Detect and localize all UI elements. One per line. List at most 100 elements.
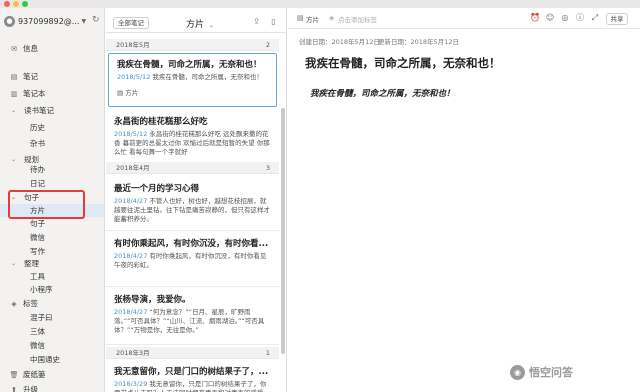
account-menu[interactable]: ● 937099892@... ▼ — [4, 14, 104, 28]
sidebar-item-notes[interactable]: ▤ 笔记 — [0, 70, 104, 83]
expand-icon[interactable]: ⤢ — [590, 13, 600, 23]
chevron-down-icon[interactable]: ⌄ — [11, 107, 17, 114]
sidebar-item-tag-history[interactable]: 中国通史 — [0, 353, 104, 366]
note-date: 2018/5/12 — [117, 73, 151, 81]
note-list-item[interactable]: 永昌街的桂花糕那么好吃 2018/5/12 永昌街的桂花糕那么好吃 远处飘来撒的… — [106, 111, 279, 163]
sidebar-item-todo[interactable]: 待办 — [0, 163, 104, 176]
minimize-window-button[interactable] — [13, 1, 19, 7]
sidebar-item-organize[interactable]: ⌄ 整理 — [0, 257, 104, 270]
note-list-scrollbar[interactable] — [281, 108, 285, 354]
upgrade-icon: ⬆ — [11, 385, 17, 392]
present-icon[interactable]: ◎ — [560, 13, 570, 23]
sidebar-item-tools[interactable]: 工具 — [0, 270, 104, 283]
info-icon: ✉ — [11, 44, 17, 53]
sidebar-item-reading-notes[interactable]: ⌄ 读书笔记 — [0, 104, 104, 117]
highlight-annotation-box — [8, 190, 85, 219]
note-list-item[interactable]: 张杨导演，我爱你。 2018/4/27 “何为意念？”“日月、星辰，旷野雨落。”… — [106, 289, 279, 345]
sidebar-item-tag-santi[interactable]: 三体 — [0, 325, 104, 338]
all-notes-button[interactable]: 全部笔记 — [113, 17, 149, 29]
chevron-down-icon[interactable]: ⌄ — [11, 260, 17, 267]
info-icon[interactable]: ⓘ — [575, 13, 585, 23]
chevron-down-icon[interactable]: ⌄ — [11, 156, 17, 163]
note-date: 2018/3/29 — [114, 380, 148, 388]
note-title-field[interactable]: 我疾在骨髓，司命之所属，无奈和也！ — [305, 55, 501, 71]
sidebar-item-label: 笔记 — [23, 72, 38, 81]
sidebar-item-upgrade[interactable]: ⬆ 升级 — [0, 383, 104, 392]
sidebar-item-history[interactable]: 历史 — [0, 121, 104, 134]
sidebar-item-label: 微信 — [30, 341, 45, 350]
notebook-icon: ▤ — [297, 14, 304, 22]
date-group-label: 2018年3月 — [116, 349, 150, 357]
note-title: 张杨导演，我爱你。 — [114, 295, 191, 305]
note-list-item[interactable]: 有时你乘起风，有时你沉没，有时你看... 2018/4/27 有时你乘起风，有时… — [106, 233, 279, 287]
sidebar-item-tag-hunziyue[interactable]: 混子曰 — [0, 311, 104, 324]
sidebar-item-label: 升级 — [23, 385, 38, 392]
watermark: ◉ 悟空问答 — [510, 364, 573, 380]
add-tag-field[interactable]: 点击添加标签 — [338, 14, 377, 24]
note-title: 永昌街的桂花糕那么好吃 — [114, 117, 208, 127]
sidebar: ● 937099892@... ▼ ↻ ✉ 信息 ▤ 笔记 ▥ 笔记本 ⌄ 读书… — [0, 8, 105, 392]
share-export-icon[interactable]: ⇪ — [251, 16, 262, 27]
date-group-count: 3 — [265, 164, 270, 172]
date-group-label: 2018年5月 — [116, 41, 150, 49]
sidebar-item-label: 笔记本 — [23, 89, 46, 98]
sidebar-item-mini-program[interactable]: 小程序 — [0, 283, 104, 296]
sidebar-item-diary[interactable]: 日记 — [0, 177, 104, 190]
sync-icon[interactable]: ↻ — [92, 15, 100, 25]
sidebar-item-misc-books[interactable]: 杂书 — [0, 137, 104, 150]
sidebar-item-label: 标签 — [23, 299, 38, 308]
notebook-icon: ▥ — [10, 89, 18, 98]
note-date: 2018/5/12 — [114, 130, 148, 138]
note-list-item[interactable]: 最近一个月的学习心得 2018/4/27 不管人也好，树也好，越想花枝招展，就越… — [106, 178, 279, 231]
view-options-icon[interactable]: ▯ — [268, 16, 279, 27]
sidebar-item-label: 小程序 — [30, 285, 53, 294]
date-group-count: 1 — [265, 349, 270, 357]
work-chat-icon[interactable]: ☺ — [545, 13, 555, 23]
zoom-window-button[interactable] — [22, 1, 28, 7]
sidebar-item-label: 三体 — [30, 327, 45, 336]
note-title: 我疾在骨髓，司命之所属，无奈和也！ — [117, 60, 262, 70]
note-list-item[interactable]: 我疾在骨髓，司命之所属，无奈和也！ 2018/5/12 我疾在骨髓，司命之所属，… — [108, 53, 277, 107]
tag-icon: ◈ — [11, 299, 17, 308]
close-window-button[interactable] — [4, 1, 10, 7]
account-name: 937099892@... — [18, 16, 80, 26]
sidebar-item-label: 待办 — [30, 165, 45, 174]
note-date: 2018/4/27 — [114, 308, 148, 316]
note-date: 2018/4/27 — [114, 252, 148, 260]
sidebar-item-trash[interactable]: 🗑 废纸篓 — [0, 368, 104, 381]
sidebar-item-notebooks[interactable]: ▥ 笔记本 — [0, 87, 104, 100]
updated-date: 更新日期：2018年5月12日 — [378, 38, 459, 46]
editor-notebook-selector[interactable]: 方片 — [306, 14, 319, 24]
sidebar-item-info[interactable]: ✉ 信息 — [0, 42, 104, 55]
note-title: 最近一个月的学习心得 — [114, 184, 200, 194]
note-list-item[interactable]: 我无意留你，只是门口的树结果子了，... 2018/3/29 我无意留你，只是门… — [106, 361, 279, 392]
share-button[interactable]: 共享 — [606, 13, 628, 25]
sidebar-item-label: 日记 — [30, 179, 45, 188]
note-list-header: 全部笔记 方片 ⌄ ⇪ ▯ — [106, 8, 286, 33]
sidebar-item-tags[interactable]: ◈ 标签 — [0, 297, 104, 310]
note-notebook-label: 方片 — [125, 89, 139, 97]
sidebar-item-label: 微信 — [30, 233, 45, 242]
note-snippet: 2018/4/27 “何为意念？”“日月、星辰，旷野雨落。”“可否具体？”“山川… — [114, 308, 271, 344]
sidebar-item-label: 杂书 — [30, 139, 45, 148]
sidebar-item-label: 句子 — [30, 219, 45, 228]
avatar: ● — [4, 15, 15, 27]
note-snippet: 2018/4/27 不管人也好，树也好，越想花枝招展，就越要往泥土里钻。往下钻是… — [114, 197, 271, 224]
sidebar-item-label: 读书笔记 — [24, 106, 54, 115]
trash-icon: 🗑 — [9, 370, 19, 379]
date-group-label: 2018年4月 — [116, 164, 150, 172]
sidebar-item-tag-wechat[interactable]: 微信 — [0, 339, 104, 352]
note-icon: ▤ — [10, 72, 18, 81]
note-body[interactable]: 我疾在骨髓，司命之所属，无奈和也！ — [310, 87, 455, 99]
watermark-text: 悟空问答 — [529, 366, 573, 379]
date-group-header: 2018年5月 2 — [106, 39, 279, 51]
reminder-icon[interactable]: ⏰ — [530, 13, 540, 23]
note-list: 全部笔记 方片 ⌄ ⇪ ▯ 2018年5月 2 我疾在骨髓，司命之所属，无奈和也… — [106, 8, 287, 392]
sidebar-item-label: 中国通史 — [30, 355, 60, 364]
note-editor: ▤ 方片 ◈ 点击添加标签 ⏰ ☺ ◎ ⓘ ⤢ 共享 创建日期：2018年5月1… — [288, 8, 640, 392]
date-group-header: 2018年3月 1 — [106, 347, 279, 359]
note-list-title[interactable]: 方片 ⌄ — [186, 17, 214, 30]
window-titlebar — [0, 0, 640, 8]
notebook-icon: ▤ — [117, 89, 124, 97]
sidebar-item-wechat[interactable]: 微信 — [0, 231, 104, 244]
